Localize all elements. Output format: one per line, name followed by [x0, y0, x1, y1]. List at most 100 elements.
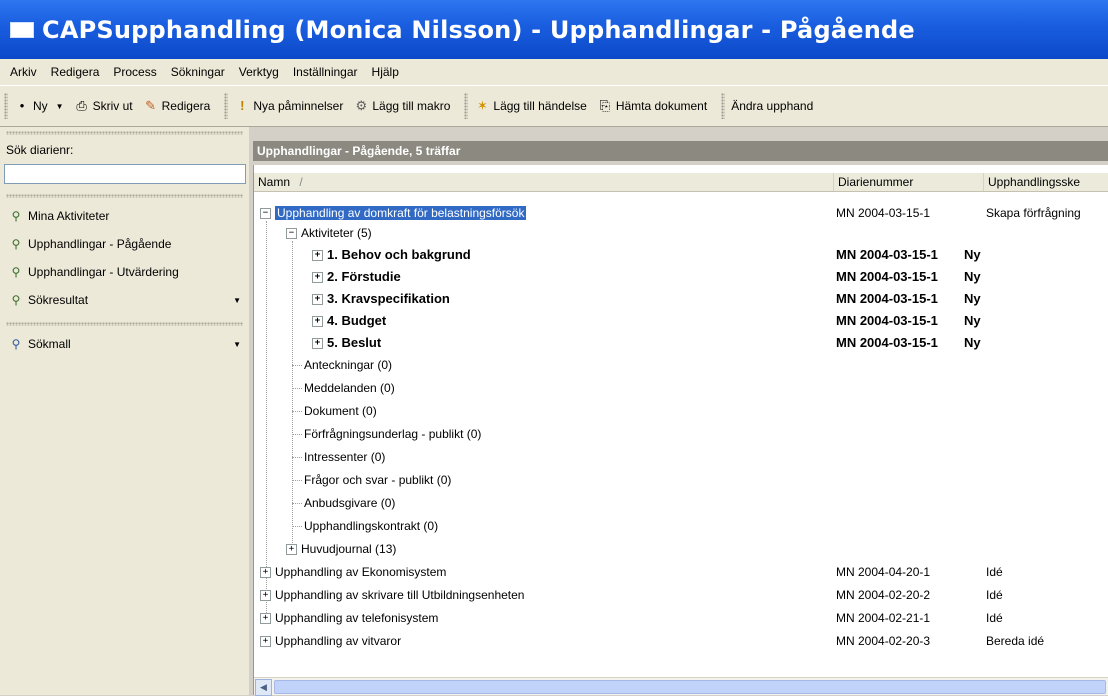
row-stage: Skapa förfrågning — [986, 206, 1081, 220]
dropdown-arrow-icon[interactable]: ▼ — [233, 296, 241, 305]
expand-icon[interactable]: + — [312, 272, 323, 284]
search-input[interactable] — [4, 164, 246, 184]
toolbar-grip[interactable] — [4, 93, 8, 119]
menu-bar: Arkiv Redigera Process Sökningar Verktyg… — [0, 59, 1108, 86]
row-name: Aktiviteter (5) — [301, 226, 372, 240]
expand-icon[interactable]: + — [260, 590, 271, 602]
tree-cell: Frågor och svar - publikt (0) — [292, 470, 451, 491]
tree-cell: Intressenter (0) — [292, 447, 385, 468]
table-row[interactable]: Meddelanden (0) — [254, 378, 1108, 399]
menu-sokningar[interactable]: Sökningar — [171, 65, 225, 79]
row-name: Anteckningar (0) — [304, 358, 393, 372]
menu-process[interactable]: Process — [113, 65, 156, 79]
add-macro-button[interactable]: ⚙ Lägg till makro — [353, 98, 451, 114]
row-name: 1. Behov och bakgrund — [327, 247, 471, 262]
change-button[interactable]: Ändra upphand — [731, 99, 813, 113]
new-button[interactable]: • Ny ▼ — [14, 98, 64, 114]
dropdown-arrow-icon[interactable]: ▼ — [233, 340, 241, 349]
results-header: Upphandlingar - Pågående, 5 träffar — [253, 141, 1108, 161]
menu-hjalp[interactable]: Hjälp — [372, 65, 399, 79]
expand-icon[interactable]: + — [260, 567, 271, 579]
window-title: CAPSupphandling (Monica Nilsson) - Uppha… — [42, 15, 915, 44]
expand-icon[interactable]: + — [260, 613, 271, 625]
scroll-left-icon[interactable]: ◀ — [255, 679, 272, 696]
table-row[interactable]: + Upphandling av vitvaror MN 2004-02-20-3… — [254, 631, 1108, 652]
table-row[interactable]: Anbudsgivare (0) — [254, 493, 1108, 514]
row-stage: Ny — [964, 313, 981, 328]
tree-cell: +1. Behov och bakgrund — [312, 244, 471, 265]
add-event-button[interactable]: ✶ Lägg till händelse — [474, 98, 587, 114]
table-row[interactable]: Dokument (0) — [254, 401, 1108, 422]
sidebar-item-label: Upphandlingar - Utvärdering — [28, 265, 179, 279]
scrollbar-thumb[interactable] — [274, 680, 1106, 694]
expand-icon[interactable]: + — [312, 294, 323, 306]
toolbar-grip[interactable] — [721, 93, 726, 119]
edit-button[interactable]: ✎ Redigera — [143, 98, 210, 114]
reminders-button[interactable]: ! Nya påminnelser — [234, 98, 343, 114]
tree-cell: + Upphandling av vitvaror — [260, 631, 401, 652]
column-header-diarienummer[interactable]: Diarienummer — [834, 173, 984, 191]
new-dropdown-icon[interactable]: ▼ — [56, 102, 64, 111]
tree-cell: Upphandlingskontrakt (0) — [292, 516, 438, 537]
expand-icon[interactable]: + — [312, 316, 323, 328]
table-row[interactable]: +3. Kravspecifikation MN 2004-03-15-1 Ny — [254, 288, 1108, 309]
menu-arkiv[interactable]: Arkiv — [10, 65, 37, 79]
table-row[interactable]: − Upphandling av domkraft för belastnings… — [254, 203, 1108, 224]
sidebar-item-pagaende[interactable]: ⚲ Upphandlingar - Pågående — [0, 230, 249, 258]
sidebar-item-sokresultat[interactable]: ⚲ Sökresultat ▼ — [0, 286, 249, 314]
column-header-name[interactable]: Namn / — [254, 173, 834, 191]
table-row[interactable]: + Huvudjournal (13) — [254, 539, 1108, 560]
table-row[interactable]: Upphandlingskontrakt (0) — [254, 516, 1108, 537]
table-row[interactable]: +5. Beslut MN 2004-03-15-1 Ny — [254, 332, 1108, 353]
row-stage: Bereda idé — [986, 634, 1045, 648]
sidebar-item-mina-aktiviteter[interactable]: ⚲ Mina Aktiviteter — [0, 202, 249, 230]
row-name: Upphandling av domkraft för belastningsf… — [275, 206, 527, 220]
table-row[interactable]: Förfrågningsunderlag - publikt (0) — [254, 424, 1108, 445]
row-name: Frågor och svar - publikt (0) — [304, 473, 452, 487]
tree-cell: +5. Beslut — [312, 332, 381, 353]
column-header-stage[interactable]: Upphandlingsske — [984, 173, 1108, 191]
expand-icon[interactable]: + — [286, 544, 297, 556]
row-name: Förfrågningsunderlag - publikt (0) — [304, 427, 482, 441]
menu-redigera[interactable]: Redigera — [51, 65, 100, 79]
row-nr: MN 2004-03-15-1 — [836, 313, 938, 328]
menu-installningar[interactable]: Inställningar — [293, 65, 358, 79]
table-row[interactable]: + Upphandling av telefonisystem MN 2004-0… — [254, 608, 1108, 629]
table-row[interactable]: + Upphandling av skrivare till Utbildning… — [254, 585, 1108, 606]
row-stage: Idé — [986, 611, 1003, 625]
row-name: Upphandling av telefonisystem — [275, 611, 439, 625]
tree-cell: +4. Budget — [312, 310, 386, 331]
sidebar-item-sokmall[interactable]: ⚲ Sökmall ▼ — [0, 330, 249, 358]
horizontal-scrollbar[interactable]: ◀ — [254, 677, 1108, 696]
new-label: Ny — [33, 99, 48, 113]
new-icon: • — [19, 98, 25, 113]
row-stage: Ny — [964, 291, 981, 306]
toolbar-grip[interactable] — [224, 93, 229, 119]
row-stage: Ny — [964, 335, 981, 350]
sidebar-item-utvardering[interactable]: ⚲ Upphandlingar - Utvärdering — [0, 258, 249, 286]
collapse-icon[interactable]: − — [286, 228, 297, 240]
table-row[interactable]: +1. Behov och bakgrund MN 2004-03-15-1 N… — [254, 244, 1108, 265]
table-row[interactable]: + Upphandling av Ekonomisystem MN 2004-04… — [254, 562, 1108, 583]
collapse-icon[interactable]: − — [260, 208, 271, 220]
sidebar-divider — [6, 194, 243, 198]
sidebar-item-label: Upphandlingar - Pågående — [28, 237, 172, 251]
fetch-document-button[interactable]: ⎘ Hämta dokument — [597, 98, 708, 114]
expand-icon[interactable]: + — [312, 338, 323, 350]
magnifier-icon: ⚲ — [11, 265, 21, 279]
expand-icon[interactable]: + — [312, 250, 323, 262]
menu-verktyg[interactable]: Verktyg — [239, 65, 279, 79]
table-row[interactable]: − Aktiviteter (5) — [254, 223, 1108, 244]
table-row[interactable]: +2. Förstudie MN 2004-03-15-1 Ny — [254, 266, 1108, 287]
table-row[interactable]: Anteckningar (0) — [254, 355, 1108, 376]
table-row[interactable]: Intressenter (0) — [254, 447, 1108, 468]
row-nr: MN 2004-03-15-1 — [836, 291, 938, 306]
print-button[interactable]: ⎙ Skriv ut — [74, 98, 132, 114]
macro-icon: ⚙ — [355, 98, 368, 113]
toolbar-grip[interactable] — [464, 93, 469, 119]
expand-icon[interactable]: + — [260, 636, 271, 648]
table-row[interactable]: Frågor och svar - publikt (0) — [254, 470, 1108, 491]
star-icon: ✶ — [476, 98, 488, 113]
row-name: 3. Kravspecifikation — [327, 291, 450, 306]
table-row[interactable]: +4. Budget MN 2004-03-15-1 Ny — [254, 310, 1108, 331]
